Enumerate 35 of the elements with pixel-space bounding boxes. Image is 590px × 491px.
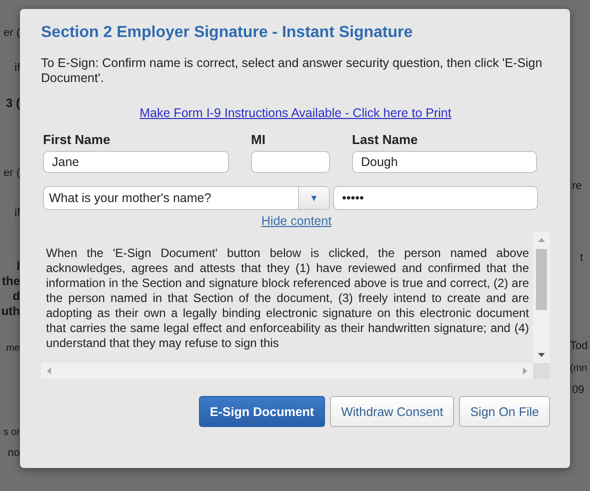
consent-text: When the 'E-Sign Document' button below is clicked, the person named above acknowledges, agrees and attests that they (1) have reviewed and confirmed that the information in the Section and signature block referenced above is true and correct, (2) are the person named in that Section of the document, (3) freely intend to create and are adopting as their own a legally binding electronic signature on this electronic document that carries the same legal effect and enforceability as their handwritten signature; and (4) understand that they may refuse to sign this	[46, 246, 529, 351]
dialog-title: Section 2 Employer Signature - Instant Signature	[41, 24, 414, 42]
background-text: (mn	[570, 362, 588, 375]
dialog-button[interactable]: E-Sign Document	[198, 396, 326, 427]
background-text: er (	[4, 167, 20, 180]
dialog-button[interactable]: Withdraw Consent	[330, 396, 454, 427]
instructions-text: To E-Sign: Confirm name is correct, select and answer security question, then click 'E-Sign Document'.	[41, 56, 544, 86]
field-label: Last Name	[352, 132, 419, 147]
print-instructions-link[interactable]: Make Form I-9 Instructions Available - Click here to Print	[140, 106, 452, 120]
field-label: First Name	[43, 132, 112, 147]
background-text: re	[572, 180, 582, 193]
security-question-dropdown[interactable]: What is your mother's name? ▼	[43, 186, 330, 210]
vertical-scrollbar[interactable]	[533, 232, 550, 363]
background-text: no	[8, 447, 20, 460]
name-field[interactable]	[251, 151, 330, 173]
dialog-button[interactable]: Sign On File	[459, 396, 550, 427]
security-answer-field[interactable]: •••••	[333, 186, 538, 210]
background-text: me	[6, 342, 20, 355]
background-text: l	[16, 260, 20, 273]
background-text: t	[580, 252, 584, 265]
background-text: 3 (	[6, 97, 20, 110]
background-text: if	[14, 207, 20, 220]
background-text: if	[14, 62, 20, 75]
background-text: Tod	[570, 340, 588, 353]
field-label: MI	[251, 132, 266, 147]
background-text: d	[12, 290, 20, 303]
background-text: uth	[1, 305, 20, 318]
hide-content-link[interactable]: Hide content	[261, 214, 332, 228]
name-field[interactable]: Jane	[43, 151, 229, 173]
name-field[interactable]: Dough	[352, 151, 537, 173]
horizontal-scrollbar[interactable]	[41, 363, 533, 379]
background-text: s or	[3, 426, 20, 439]
background-text: 09	[572, 384, 584, 397]
background-text: the	[2, 275, 20, 288]
background-text: er (	[4, 27, 20, 40]
